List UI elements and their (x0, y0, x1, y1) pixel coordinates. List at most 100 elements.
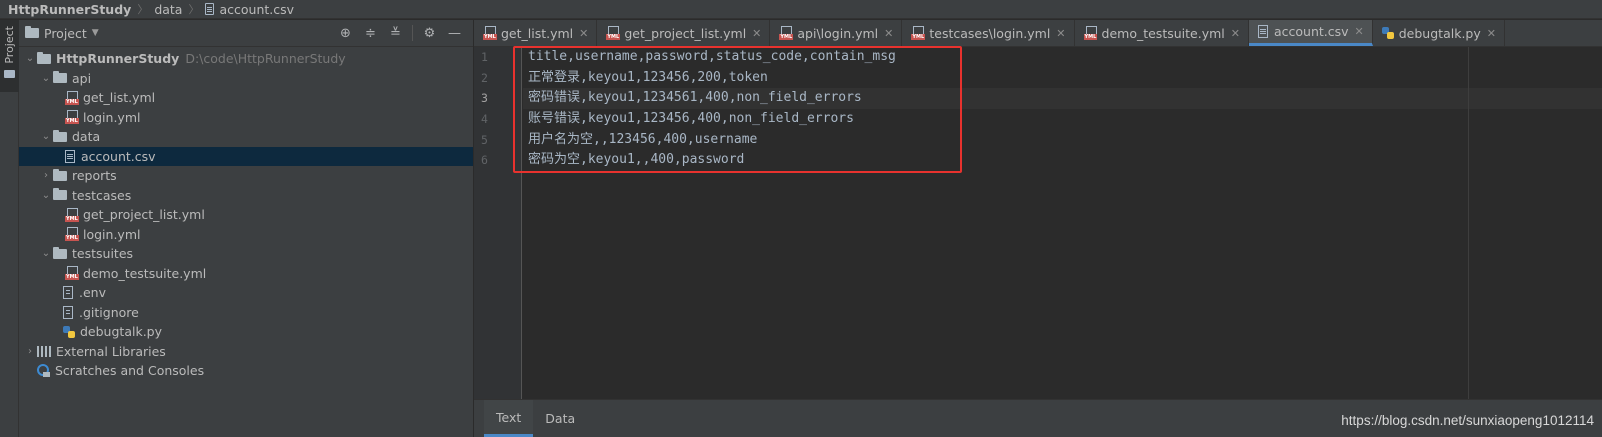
breadcrumb-separator-icon: 〉 (188, 3, 200, 16)
close-icon[interactable]: ✕ (1231, 27, 1240, 40)
chevron-down-icon: ⌄ (41, 248, 51, 260)
tree-item-external-libraries[interactable]: › External Libraries (19, 342, 473, 362)
code-line[interactable]: 账号错误,keyou1,123456,400,non_field_errors (523, 109, 1602, 130)
breadcrumb-file[interactable]: account.csv (205, 2, 294, 17)
tree-item-label: login.yml (83, 109, 141, 125)
yaml-file-icon (65, 207, 79, 222)
project-view-selector[interactable]: Project ▼ (25, 26, 99, 41)
tree-item-scratches[interactable]: Scratches and Consoles (19, 361, 473, 381)
tree-item-testcases[interactable]: ⌄ testcases (19, 186, 473, 206)
tree-item-root[interactable]: ⌄ HttpRunnerStudy D:\code\HttpRunnerStud… (19, 49, 473, 69)
close-icon[interactable]: ✕ (579, 27, 588, 40)
tab-data[interactable]: Data (533, 400, 587, 437)
breadcrumb-folder[interactable]: data (154, 2, 182, 17)
tab-label: get_project_list.yml (624, 25, 747, 41)
tree-item-env[interactable]: .env (19, 283, 473, 303)
tree-item-label: testcases (72, 187, 132, 203)
close-icon[interactable]: ✕ (1355, 25, 1364, 38)
line-number: 6 (481, 153, 488, 168)
tab-label: testcases\login.yml (929, 25, 1051, 41)
code-line[interactable]: title,username,password,status_code,cont… (523, 47, 1602, 68)
yaml-file-icon (1083, 26, 1098, 40)
tree-item-data[interactable]: ⌄ data (19, 127, 473, 147)
csv-file-icon (205, 3, 215, 15)
yaml-file-icon (779, 26, 794, 40)
code-line[interactable]: 密码错误,keyou1,1234561,400,non_field_errors (523, 88, 1602, 110)
tab-text[interactable]: Text (484, 400, 534, 437)
locate-file-icon[interactable]: ⊕ (333, 23, 358, 43)
close-icon[interactable]: ✕ (884, 27, 893, 40)
tree-item-get-project-list-yml[interactable]: get_project_list.yml (19, 205, 473, 225)
yaml-file-icon (65, 90, 79, 105)
close-icon[interactable]: ✕ (1056, 27, 1065, 40)
line-number: 4 (481, 112, 488, 127)
expand-all-icon[interactable]: ≑ (358, 23, 383, 43)
right-margin-guide (1468, 47, 1469, 410)
tree-item-login-yml[interactable]: login.yml (19, 108, 473, 128)
yaml-file-icon (606, 26, 621, 40)
folder-icon (53, 188, 67, 201)
tree-item-label: api (72, 70, 92, 86)
tree-item-label: Scratches and Consoles (55, 363, 205, 379)
line-number-gutter: 1 2 3 4 5 6 (474, 47, 522, 410)
tree-item-reports[interactable]: › reports (19, 166, 473, 186)
project-panel-toolbar: ⊕ ≑ ≚ ⚙ — (333, 23, 473, 43)
breadcrumb-separator-icon: 〉 (137, 3, 149, 16)
gear-icon[interactable]: ⚙ (417, 23, 442, 43)
editor-tab-bar: get_list.yml ✕ get_project_list.yml ✕ ap… (474, 20, 1602, 47)
tree-item-gitignore[interactable]: .gitignore (19, 303, 473, 323)
breadcrumb-project[interactable]: HttpRunnerStudy (8, 2, 131, 17)
hide-panel-icon[interactable]: — (442, 23, 467, 43)
tree-item-testcases-login-yml[interactable]: login.yml (19, 225, 473, 245)
left-tool-strip: Project (0, 20, 19, 437)
tree-item-label: get_list.yml (83, 90, 156, 106)
close-icon[interactable]: ✕ (1487, 27, 1496, 40)
collapse-all-icon[interactable]: ≚ (383, 23, 408, 43)
yaml-file-icon (483, 26, 497, 40)
project-tool-window-tab[interactable]: Project (0, 20, 19, 92)
tab-label: api\login.yml (797, 25, 879, 41)
chevron-down-icon: ⌄ (41, 189, 51, 201)
tab-get-project-list-yml[interactable]: get_project_list.yml ✕ (597, 20, 771, 46)
tree-item-account-csv[interactable]: account.csv (19, 146, 473, 166)
tree-item-demo-testsuite-yml[interactable]: demo_testsuite.yml (19, 264, 473, 284)
csv-file-icon (65, 149, 75, 163)
python-file-icon (1381, 27, 1394, 39)
libraries-icon (37, 345, 51, 357)
code-line[interactable]: 正常登录,keyou1,123456,200,token (523, 68, 1602, 89)
tab-get-list-yml[interactable]: get_list.yml ✕ (474, 20, 598, 46)
tab-account-csv[interactable]: account.csv ✕ (1248, 20, 1373, 46)
tree-item-label: .env (79, 285, 106, 301)
code-editor[interactable]: title,username,password,status_code,cont… (523, 47, 1602, 410)
navigation-breadcrumb: HttpRunnerStudy 〉 data 〉 account.csv (0, 0, 1602, 19)
chevron-down-icon: ⌄ (41, 72, 51, 84)
folder-icon (4, 69, 15, 78)
env-file-icon (63, 286, 73, 300)
tree-item-debugtalk-py[interactable]: debugtalk.py (19, 322, 473, 342)
tree-item-label: External Libraries (56, 343, 166, 359)
tree-item-testsuites[interactable]: ⌄ testsuites (19, 244, 473, 264)
chevron-right-icon: › (44, 170, 48, 182)
close-icon[interactable]: ✕ (752, 27, 761, 40)
yaml-file-icon (65, 266, 79, 281)
csv-file-icon (1257, 25, 1268, 38)
python-file-icon (63, 325, 75, 338)
editor-area: get_list.yml ✕ get_project_list.yml ✕ ap… (474, 20, 1602, 437)
code-line[interactable]: 用户名为空,,123456,400,username (523, 130, 1602, 151)
tree-item-label: reports (72, 168, 117, 184)
tree-item-get-list-yml[interactable]: get_list.yml (19, 88, 473, 108)
toolbar-divider (412, 25, 413, 41)
line-number: 5 (481, 132, 488, 147)
project-panel-title: Project (44, 25, 87, 41)
tab-debugtalk-py[interactable]: debugtalk.py ✕ (1373, 20, 1505, 46)
code-line[interactable]: 密码为空,keyou1,,400,password (523, 150, 1602, 171)
tab-testcases-login-yml[interactable]: testcases\login.yml ✕ (902, 20, 1075, 46)
tree-item-api[interactable]: ⌄ api (19, 69, 473, 89)
tree-item-label: .gitignore (79, 304, 139, 320)
project-folder-icon (25, 26, 39, 38)
tab-demo-testsuite-yml[interactable]: demo_testsuite.yml ✕ (1075, 20, 1249, 46)
tree-item-label: data (72, 129, 101, 145)
tab-api-login-yml[interactable]: api\login.yml ✕ (770, 20, 903, 46)
yaml-file-icon (65, 227, 79, 242)
line-number: 1 (481, 50, 488, 64)
